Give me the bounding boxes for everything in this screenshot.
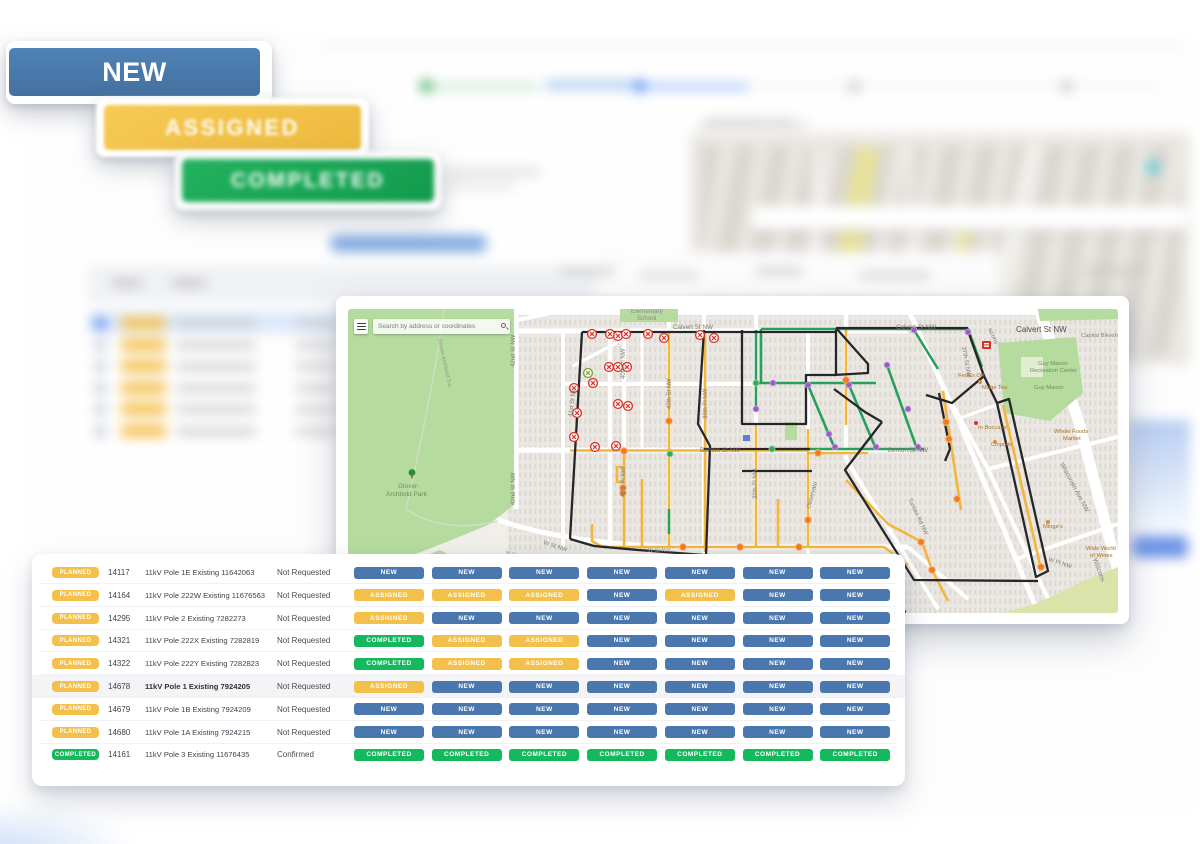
svg-text:Recreation Center: Recreation Center [1030,368,1077,374]
svg-text:Whole Foods: Whole Foods [1054,429,1088,435]
svg-text:Calvert St NW: Calvert St NW [673,324,713,331]
svg-text:In Bocca al: In Bocca al [978,425,1007,431]
svg-text:Guy Mason: Guy Mason [1034,385,1064,391]
svg-text:Archbold Park: Archbold Park [386,491,428,498]
svg-text:Minge's: Minge's [1043,524,1063,530]
svg-text:Capital Bikeshare: Capital Bikeshare [1081,333,1118,339]
svg-text:Benton St NW: Benton St NW [700,447,740,454]
svg-text:Calvert St NW: Calvert St NW [1016,325,1067,334]
svg-text:FedEx Off: FedEx Off [958,373,984,379]
svg-text:Calvert St NW: Calvert St NW [896,324,936,331]
svg-text:42nd St NW: 42nd St NW [511,334,517,367]
svg-text:of Wines: of Wines [1090,553,1113,559]
svg-text:39th Pl NW: 39th Pl NW [703,388,709,419]
svg-text:Market: Market [1063,436,1081,442]
svg-text:School: School [637,315,656,322]
svg-text:42nd St NW: 42nd St NW [511,472,517,505]
svg-text:40th St NW: 40th St NW [667,378,673,409]
svg-text:Benton St NW: Benton St NW [888,447,928,454]
svg-text:Mage Tea: Mage Tea [982,385,1008,391]
svg-text:40th Pl NW: 40th Pl NW [621,348,627,379]
svg-text:39th Pl NW: 39th Pl NW [753,468,759,499]
svg-text:Wide World: Wide World [1086,546,1116,552]
svg-text:40th Pl NW: 40th Pl NW [621,466,627,497]
svg-text:Glover-: Glover- [398,483,419,490]
svg-text:Guy Mason: Guy Mason [1038,361,1068,367]
